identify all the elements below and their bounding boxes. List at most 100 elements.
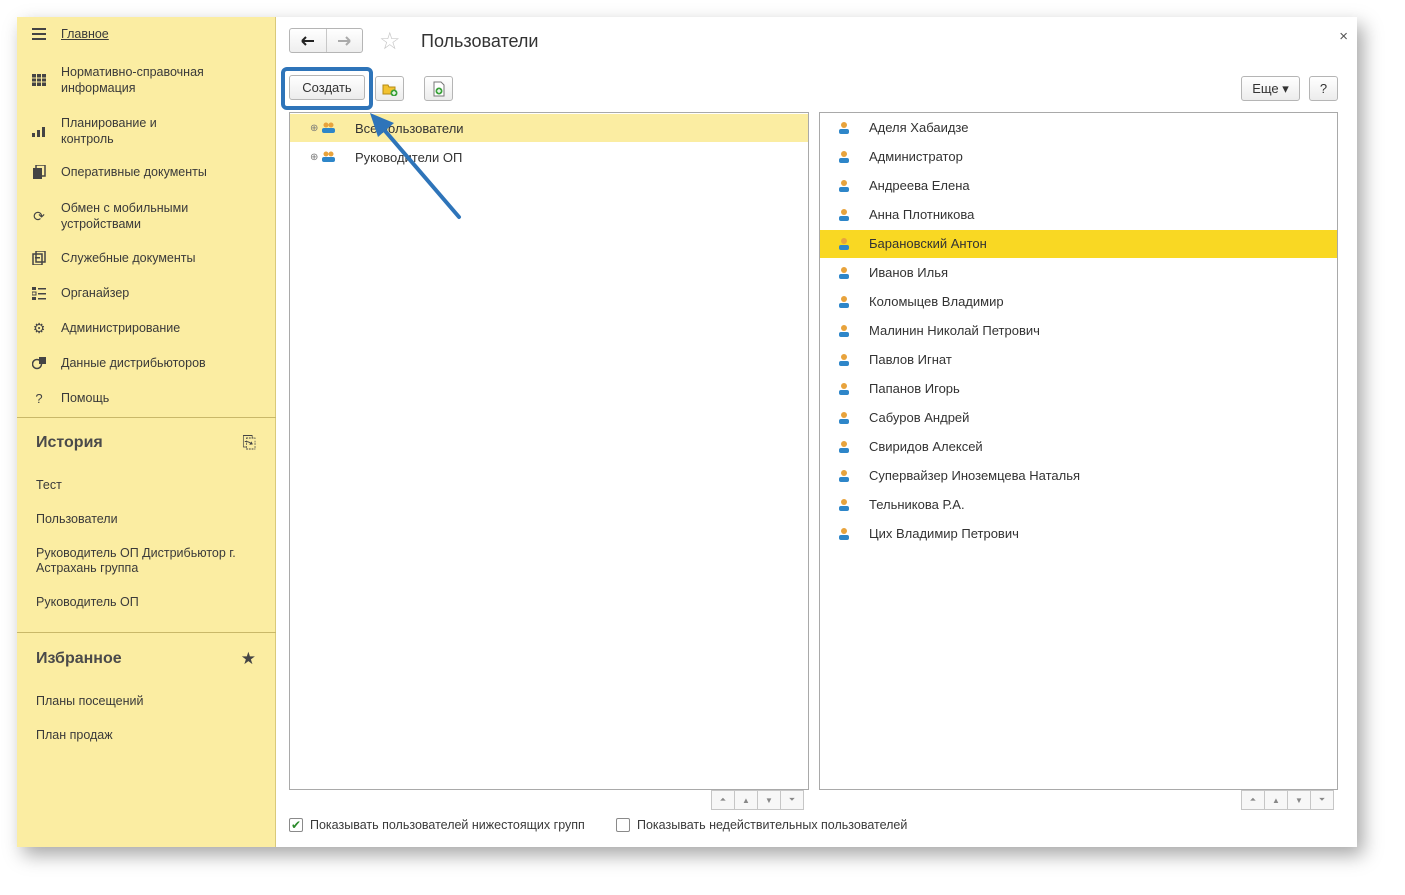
user-icon [839,470,849,482]
scroll-top-button[interactable]: ⏶ [1241,790,1265,810]
sidebar-item-label: Главное [61,27,109,41]
scroll-down-button[interactable]: ▼ [1287,790,1311,810]
page-title: Пользователи [421,31,539,51]
sidebar-item-label: Помощь [61,391,110,405]
service-docs-icon [31,250,47,266]
show-invalid-option[interactable]: Показывать недействительных пользователе… [616,818,907,832]
organizer-icon [31,285,47,301]
user-name: Цих Владимир Петрович [869,526,1019,541]
expand-icon[interactable]: ⊕ [310,123,318,134]
create-button[interactable]: Создать [289,75,365,100]
user-name: Аделя Хабаидзе [869,120,969,135]
sidebar-item-mobile-exchange[interactable]: ⟳ Обмен с мобильными устройствами [17,198,276,234]
help-button[interactable]: ? [1309,76,1338,101]
list-item[interactable]: Тельникова Р.А. [820,491,1337,519]
list-item[interactable]: Аделя Хабаидзе [820,114,1337,142]
list-item[interactable]: Барановский Антон [820,230,1337,258]
list-item[interactable]: Анна Плотникова [820,201,1337,229]
user-name: Анна Плотникова [869,207,975,222]
history-item[interactable]: Руководитель ОП [36,595,261,610]
favorite-item[interactable]: План продаж [36,728,261,743]
list-item[interactable]: Андреева Елена [820,172,1337,200]
sidebar-item-planning[interactable]: Планирование и контроль [17,113,276,149]
user-name: Андреева Елена [869,178,970,193]
list-item[interactable]: Папанов Игорь [820,375,1337,403]
list-item[interactable]: Иванов Илья [820,259,1337,287]
sidebar-item-label: Администрирование [61,321,181,335]
scroll-bottom-button[interactable]: ⏷ [780,790,804,810]
scroll-up-button[interactable]: ▲ [734,790,758,810]
create-group-button[interactable] [375,76,404,101]
user-name: Свиридов Алексей [869,439,983,454]
sidebar-item-organizer[interactable]: Органайзер [17,278,276,308]
show-subgroups-label: Показывать пользователей нижестоящих гру… [310,818,585,832]
user-name: Барановский Антон [869,236,987,251]
sidebar-item-label: Служебные документы [61,251,196,265]
list-item[interactable]: Павлов Игнат [820,346,1337,374]
distributors-icon [31,355,47,371]
list-item[interactable]: Цих Владимир Петрович [820,520,1337,548]
list-item[interactable]: Сабуров Андрей [820,404,1337,432]
show-subgroups-checkbox[interactable]: ✔ [289,818,303,832]
scroll-down-button[interactable]: ▼ [757,790,781,810]
sidebar-item-operative-docs[interactable]: Оперативные документы [17,157,276,187]
favorite-star-icon[interactable]: ☆ [379,27,401,56]
history-item[interactable]: Тест [36,478,261,493]
user-name: Павлов Игнат [869,352,952,367]
user-group-icon [322,151,335,162]
copy-button[interactable] [424,76,453,101]
user-name: Коломыцев Владимир [869,294,1004,309]
show-invalid-label: Показывать недействительных пользователе… [637,818,908,832]
sidebar-item-label: Данные дистрибьюторов [61,356,206,370]
close-button[interactable]: × [1339,28,1348,45]
scroll-up-button[interactable]: ▲ [1264,790,1288,810]
sidebar-item-administration[interactable]: ⚙ Администрирование [17,313,276,343]
sidebar-item-main[interactable]: Главное [17,19,276,49]
user-icon [839,180,849,192]
favorite-item[interactable]: Планы посещений [36,694,261,709]
star-icon[interactable]: ★ [241,649,256,669]
list-scroll-controls: ⏶ ▲ ▼ ⏷ [1241,790,1334,810]
history-item[interactable]: Пользователи [36,512,261,527]
user-icon [839,267,849,279]
more-button[interactable]: Еще ▾ [1241,76,1300,101]
chart-icon [31,123,47,139]
sidebar-item-distributors[interactable]: Данные дистрибьюторов [17,348,276,378]
forward-button[interactable] [325,29,362,52]
annotation-arrow [370,113,461,219]
sidebar-item-label: Планирование и контроль [61,116,157,146]
show-invalid-checkbox[interactable] [616,818,630,832]
user-icon [839,499,849,511]
favorites-title: Избранное [36,650,122,667]
sidebar-item-label: Оперативные документы [61,165,207,179]
folder-add-icon [382,84,397,96]
sidebar-item-label: Органайзер [61,286,130,300]
history-item[interactable]: Руководитель ОП Дистрибьютор г. Астрахан… [36,546,261,576]
back-button[interactable] [290,29,326,52]
user-icon [839,122,849,134]
menu-icon [31,26,47,42]
scroll-top-button[interactable]: ⏶ [711,790,735,810]
show-subgroups-option[interactable]: ✔ Показывать пользователей нижестоящих г… [289,818,585,832]
history-list-icon[interactable]: ⎘ [242,433,256,453]
user-group-icon [322,122,335,133]
documents-icon [31,164,47,180]
arrow-right-icon [338,35,352,46]
sidebar-item-service-docs[interactable]: Служебные документы [17,243,276,273]
list-item[interactable]: Свиридов Алексей [820,433,1337,461]
sidebar-item-reference[interactable]: Нормативно-справочная информация [17,62,276,98]
list-item[interactable]: Администратор [820,143,1337,171]
user-name: Иванов Илья [869,265,949,280]
list-item[interactable]: Коломыцев Владимир [820,288,1337,316]
user-icon [839,412,849,424]
list-item[interactable]: Супервайзер Иноземцева Наталья [820,462,1337,490]
expand-icon[interactable]: ⊕ [310,152,318,163]
list-item[interactable]: Малинин Николай Петрович [820,317,1337,345]
user-icon [839,383,849,395]
user-name: Администратор [869,149,963,164]
sidebar-item-help[interactable]: ? Помощь [17,383,276,413]
grid-icon [31,72,47,88]
user-name: Супервайзер Иноземцева Наталья [869,468,1081,483]
sidebar-item-label: Нормативно-справочная информация [61,65,204,95]
scroll-bottom-button[interactable]: ⏷ [1310,790,1334,810]
